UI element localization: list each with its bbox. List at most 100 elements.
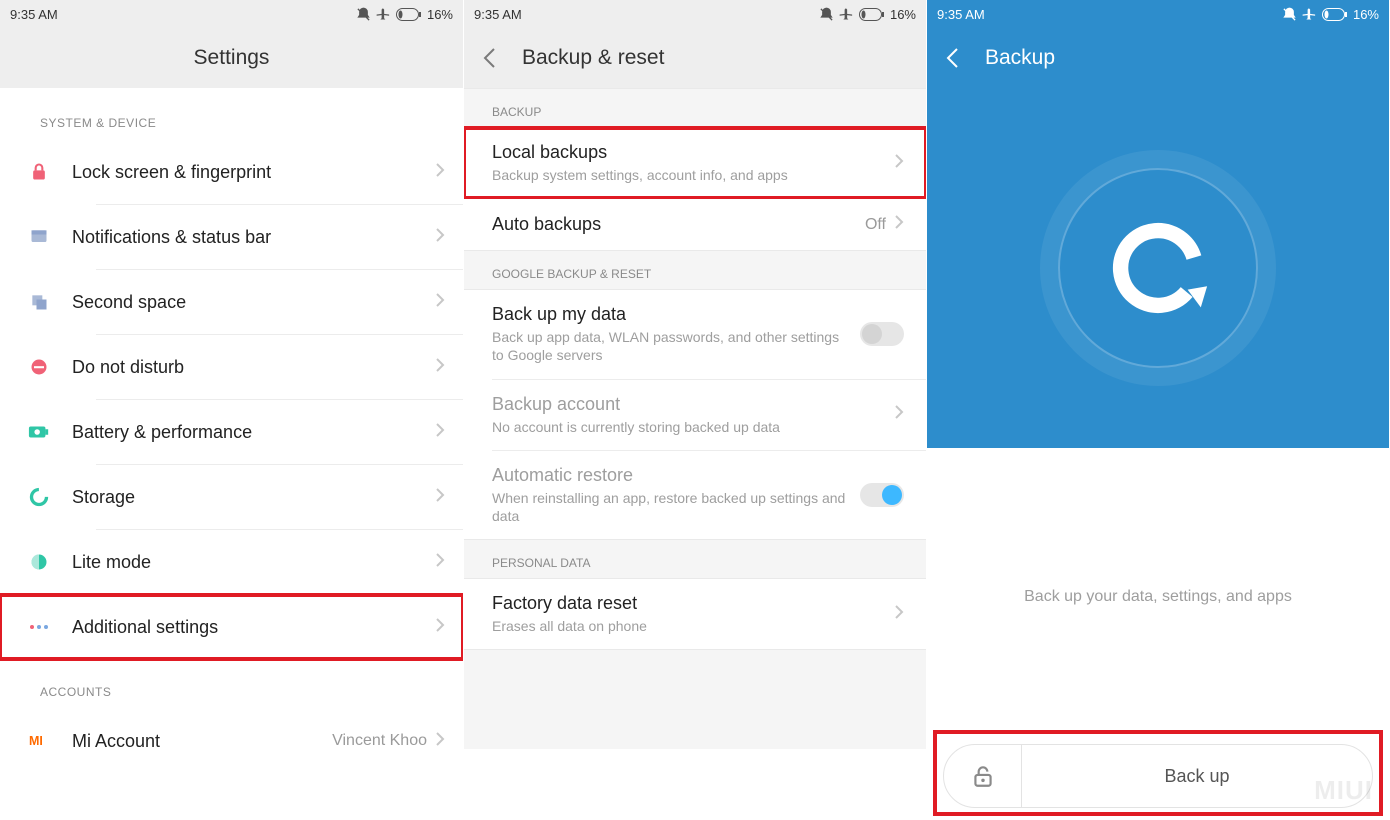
- backup-description: Back up your data, settings, and apps: [927, 588, 1389, 606]
- airplane-icon: [376, 7, 391, 22]
- status-right: 16%: [1282, 7, 1379, 22]
- more-icon: [28, 616, 72, 638]
- section-header: ACCOUNTS: [0, 671, 463, 709]
- settings-row-mi[interactable]: MI Mi AccountVincent Khoo: [0, 709, 463, 773]
- row-label: Battery & performance: [72, 422, 435, 443]
- row-label: Do not disturb: [72, 357, 435, 378]
- status-time: 9:35 AM: [474, 7, 522, 22]
- header-backup-reset: Backup & reset: [464, 28, 926, 88]
- second-space-icon: [28, 291, 72, 313]
- status-right: 16%: [819, 7, 916, 22]
- row-title: Back up my data: [492, 304, 850, 325]
- lock-icon: [28, 161, 72, 183]
- chevron-right-icon: [435, 161, 445, 184]
- toggle-autorest: [860, 483, 904, 507]
- row-subtitle: Erases all data on phone: [492, 617, 884, 635]
- chevron-right-icon: [894, 213, 904, 236]
- status-bar: 9:35 AM 16%: [464, 0, 926, 28]
- row-label: Storage: [72, 487, 435, 508]
- row-value: Off: [865, 216, 886, 234]
- chevron-right-icon: [435, 486, 445, 509]
- page-title: Settings: [194, 46, 270, 70]
- settings-row-notif[interactable]: Notifications & status bar: [0, 205, 463, 269]
- chevron-right-icon: [435, 551, 445, 574]
- row-title: Auto backups: [492, 214, 855, 235]
- battery-icon: [859, 8, 885, 21]
- page-title: Backup & reset: [522, 46, 664, 70]
- section-header: BACKUP: [464, 88, 926, 128]
- chevron-right-icon: [435, 226, 445, 249]
- backup-button[interactable]: Back up: [1022, 766, 1372, 787]
- mi-icon: MI: [28, 730, 72, 752]
- chevron-right-icon: [435, 730, 445, 753]
- row-autorest: Automatic restore When reinstalling an ap…: [464, 451, 926, 539]
- row-subtitle: When reinstalling an app, restore backed…: [492, 489, 850, 525]
- unlock-icon: [970, 763, 996, 789]
- chevron-right-icon: [435, 291, 445, 314]
- settings-row-battery[interactable]: Battery & performance: [0, 400, 463, 464]
- status-time: 9:35 AM: [10, 7, 58, 22]
- settings-row-lock[interactable]: Lock screen & fingerprint: [0, 140, 463, 204]
- chevron-left-icon: [482, 47, 496, 69]
- section-header: SYSTEM & DEVICE: [0, 102, 463, 140]
- row-subtitle: No account is currently storing backed u…: [492, 418, 884, 436]
- battery-icon: [28, 421, 72, 443]
- row-title: Local backups: [492, 142, 884, 163]
- row-label: Lock screen & fingerprint: [72, 162, 435, 183]
- row-label: Notifications & status bar: [72, 227, 435, 248]
- backup-hero: [927, 88, 1389, 448]
- backup-hero-ring: [1058, 168, 1258, 368]
- row-local[interactable]: Local backupsBackup system settings, acc…: [464, 128, 926, 198]
- screen-backup: 9:35 AM 16% Backup: [926, 0, 1389, 820]
- settings-row-second[interactable]: Second space: [0, 270, 463, 334]
- screen-settings: 9:35 AM 16% Settings SYSTEM & DEVICE Lock…: [0, 0, 463, 820]
- row-gback[interactable]: Back up my data Back up app data, WLAN pa…: [464, 290, 926, 378]
- mute-icon: [819, 7, 834, 22]
- chevron-right-icon: [435, 356, 445, 379]
- row-label: Additional settings: [72, 617, 435, 638]
- settings-row-dnd[interactable]: Do not disturb: [0, 335, 463, 399]
- back-button[interactable]: [482, 28, 496, 88]
- row-bacct: Backup account No account is currently st…: [464, 380, 926, 450]
- section-header: PERSONAL DATA: [464, 539, 926, 579]
- back-button[interactable]: [945, 28, 959, 88]
- toggle-gback[interactable]: [860, 322, 904, 346]
- battery-text: 16%: [890, 7, 916, 22]
- row-title: Automatic restore: [492, 465, 850, 486]
- row-auto[interactable]: Auto backups Off: [464, 199, 926, 250]
- unlock-button[interactable]: [944, 745, 1022, 807]
- row-label: Mi Account: [72, 731, 332, 752]
- battery-icon: [396, 8, 422, 21]
- row-subtitle: Back up app data, WLAN passwords, and ot…: [492, 328, 850, 364]
- section-header: GOOGLE BACKUP & RESET: [464, 250, 926, 290]
- svg-text:MI: MI: [29, 734, 43, 748]
- status-bar: 9:35 AM 16%: [0, 0, 463, 28]
- status-bar: 9:35 AM 16%: [927, 0, 1389, 28]
- row-value: Vincent Khoo: [332, 732, 427, 750]
- row-label: Lite mode: [72, 552, 435, 573]
- battery-text: 16%: [427, 7, 453, 22]
- battery-icon: [1322, 8, 1348, 21]
- chevron-left-icon: [945, 47, 959, 69]
- screen-backup-reset: 9:35 AM 16% Backup & reset BACKUPLocal b…: [463, 0, 926, 820]
- settings-row-lite[interactable]: Lite mode: [0, 530, 463, 594]
- airplane-icon: [1302, 7, 1317, 22]
- header-settings: Settings: [0, 28, 463, 88]
- status-right: 16%: [356, 7, 453, 22]
- mute-icon: [1282, 7, 1297, 22]
- row-title: Factory data reset: [492, 593, 884, 614]
- chevron-right-icon: [435, 616, 445, 639]
- chevron-right-icon: [894, 603, 904, 626]
- row-title: Backup account: [492, 394, 884, 415]
- airplane-icon: [839, 7, 854, 22]
- chevron-right-icon: [435, 421, 445, 444]
- settings-row-addl[interactable]: Additional settings: [0, 595, 463, 659]
- page-title: Backup: [985, 46, 1055, 70]
- row-label: Second space: [72, 292, 435, 313]
- lite-mode-icon: [28, 551, 72, 573]
- chevron-right-icon: [894, 152, 904, 175]
- mute-icon: [356, 7, 371, 22]
- status-time: 9:35 AM: [937, 7, 985, 22]
- settings-row-storage[interactable]: Storage: [0, 465, 463, 529]
- row-factory[interactable]: Factory data reset Erases all data on pho…: [464, 579, 926, 649]
